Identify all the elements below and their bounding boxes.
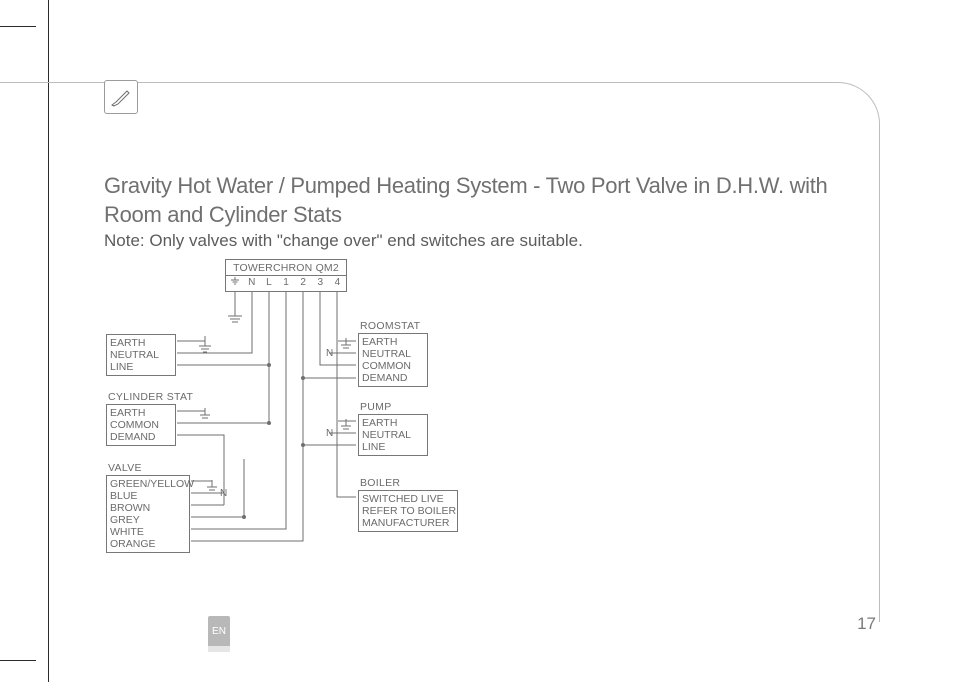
lang-tab-shadow [208,646,230,652]
page-number: 17 [857,614,876,634]
wiring-diagram [0,0,954,682]
n-label: N [326,428,334,439]
n-label: N [326,348,334,359]
lang-tab: EN [208,616,230,646]
n-label: N [220,488,228,499]
